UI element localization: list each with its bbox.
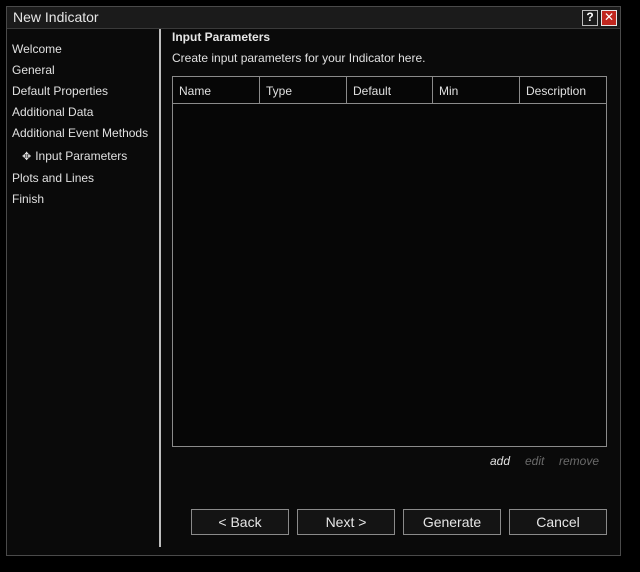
generate-button[interactable]: Generate bbox=[403, 509, 501, 535]
current-step-icon: ✥ bbox=[22, 151, 32, 163]
sidebar-item-label: Input Parameters bbox=[35, 149, 128, 163]
sidebar-item-finish[interactable]: Finish bbox=[12, 192, 44, 206]
sidebar-item-label: Welcome bbox=[12, 42, 62, 56]
sidebar-item-additional-event-methods[interactable]: Additional Event Methods bbox=[12, 126, 148, 140]
remove-parameter-link[interactable]: remove bbox=[559, 454, 599, 468]
close-icon[interactable]: ✕ bbox=[601, 10, 617, 26]
column-header-default[interactable]: Default bbox=[347, 77, 433, 104]
panel-divider bbox=[159, 29, 161, 547]
sidebar-item-label: Plots and Lines bbox=[12, 171, 95, 185]
help-icon[interactable]: ? bbox=[582, 10, 598, 26]
sidebar-item-general[interactable]: General bbox=[12, 63, 55, 77]
add-parameter-link[interactable]: add bbox=[490, 454, 510, 468]
sidebar-item-additional-data[interactable]: Additional Data bbox=[12, 105, 93, 119]
window-title: New Indicator bbox=[13, 9, 99, 25]
column-header-name[interactable]: Name bbox=[173, 77, 260, 104]
column-header-description[interactable]: Description bbox=[520, 77, 606, 104]
sidebar-item-label: General bbox=[12, 63, 55, 77]
sidebar-item-label: Additional Event Methods bbox=[12, 126, 149, 140]
edit-parameter-link[interactable]: edit bbox=[525, 454, 544, 468]
sidebar-item-plots-and-lines[interactable]: Plots and Lines bbox=[12, 171, 94, 185]
sidebar-item-label: Finish bbox=[12, 192, 45, 206]
sidebar-item-welcome[interactable]: Welcome bbox=[12, 42, 62, 56]
next-button[interactable]: Next > bbox=[297, 509, 395, 535]
sidebar-item-label: Additional Data bbox=[12, 105, 94, 119]
sidebar-item-label: Default Properties bbox=[12, 84, 109, 98]
input-parameters-grid[interactable]: Name Type Default Min Description bbox=[172, 76, 607, 447]
page-description: Create input parameters for your Indicat… bbox=[172, 51, 426, 65]
grid-header: Name Type Default Min Description bbox=[173, 77, 606, 104]
sidebar-item-default-properties[interactable]: Default Properties bbox=[12, 84, 108, 98]
column-header-min[interactable]: Min bbox=[433, 77, 520, 104]
back-button[interactable]: < Back bbox=[191, 509, 289, 535]
column-header-type[interactable]: Type bbox=[260, 77, 347, 104]
page-title: Input Parameters bbox=[172, 30, 271, 44]
cancel-button[interactable]: Cancel bbox=[509, 509, 607, 535]
sidebar-item-input-parameters[interactable]: ✥ Input Parameters bbox=[22, 149, 127, 163]
title-bar: New Indicator ? ✕ bbox=[7, 7, 620, 29]
